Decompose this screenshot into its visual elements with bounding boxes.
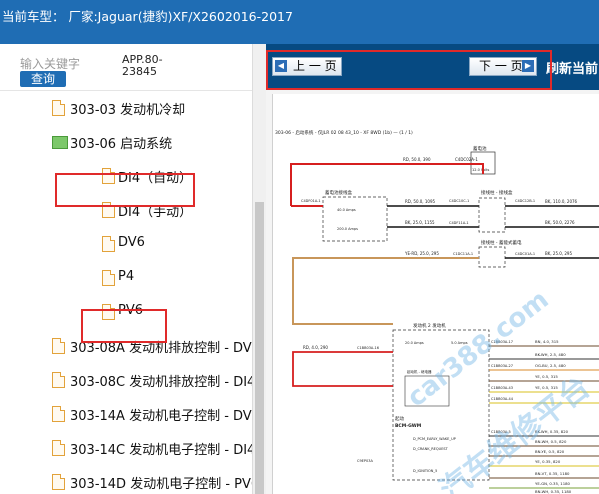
file-icon xyxy=(52,100,65,116)
wire-label-10: OG-BU, 2.5, 480 xyxy=(535,363,566,368)
wire-label-4: BK, 110.0, 2076 xyxy=(545,199,578,204)
engine-module-label: 发动机 2 发动机 xyxy=(413,322,446,329)
highlight-box-p4 xyxy=(81,309,167,343)
wire-label-19: BN-WH, 0.35, 1180 xyxy=(535,489,572,494)
tree-item[interactable]: P4 xyxy=(0,261,252,296)
wire-yellow-red xyxy=(292,257,479,325)
splice-box-1 xyxy=(478,197,506,233)
connector-label-1: C4DC02A-1 xyxy=(455,157,478,162)
search-button[interactable]: 查询 xyxy=(20,71,66,87)
connector-label-7: C1DC11A-1 xyxy=(453,252,473,256)
doc-header: 303-06 - 启动系统 - 仅JLR 02 08 43_10 - XF 8W… xyxy=(275,129,413,136)
highlight-box-folder xyxy=(55,173,195,207)
tree-item-label: 303-03 发动机冷却 xyxy=(70,103,186,118)
splice-2-label: 接线柱 - 蓄能式蓄电 xyxy=(481,239,522,246)
wire-red-module xyxy=(292,351,393,387)
wire-label-5: BK, 50.0, 2276 xyxy=(545,220,575,225)
tree-item[interactable]: 303-14D 发动机电子控制 - PV6 xyxy=(0,465,259,494)
file-icon xyxy=(102,236,115,252)
tree-item-label: 303-08C 发动机排放控制 - DI4_ xyxy=(70,375,262,390)
wiring-diagram: 303-06 - 启动系统 - 仅JLR 02 08 43_10 - XF 8W… xyxy=(272,94,599,494)
wire-label-16: BN-YE, 0.5, 820 xyxy=(535,449,565,454)
file-icon xyxy=(52,440,65,456)
connector-label-6: C4DC01A-1 xyxy=(515,252,535,256)
tree-scrollbar[interactable] xyxy=(252,44,266,494)
tree-item-label: 303-14D 发动机电子控制 - PV6 xyxy=(70,477,260,492)
highlight-box-nav xyxy=(266,50,552,90)
connector-label-8: C1BB03A-16 xyxy=(357,346,379,350)
connector-label-2: C4DF01A-1 xyxy=(301,199,321,203)
left-panel: 查询 APP.80-23845 303-03 发动机冷却 303-06 启动系统… xyxy=(0,44,266,494)
file-icon xyxy=(52,474,65,490)
tree-item[interactable]: DV6 xyxy=(0,227,252,262)
bcm-label: 起动 xyxy=(395,415,404,422)
connector-label-12: C1BB03A-44 xyxy=(491,397,514,401)
connector-label-5: C4DF11A-1 xyxy=(449,221,469,225)
refresh-current-button[interactable]: 刷新当前 xyxy=(546,58,598,77)
viewer-panel: ◀ 上 一 页 下 一 页 ▶ 刷新当前 303-06 - 启动系统 - 仅JL… xyxy=(266,44,599,494)
bcm-name: BCM-GWM xyxy=(395,423,422,429)
wire-label-17: YE, 0.35, 820 xyxy=(535,459,561,464)
tree-item[interactable]: 303-14C 发动机电子控制 - DI4 xyxy=(0,431,256,466)
file-icon xyxy=(52,338,65,354)
search-bar: 查询 APP.80-23845 xyxy=(0,44,266,90)
search-input[interactable] xyxy=(20,56,100,72)
connector-label-4: C4DC12B-1 xyxy=(515,199,535,203)
file-icon xyxy=(52,372,65,388)
tree-item-label: 303-06 启动系统 xyxy=(70,137,173,152)
wire-label-7: BK, 25.0, 295 xyxy=(545,251,572,256)
tree-item-label: 303-14C 发动机电子控制 - DI4 xyxy=(70,443,256,458)
tree-scrollbar-thumb[interactable] xyxy=(255,202,264,494)
fuse-1-label: 40.0 Amps xyxy=(337,208,356,212)
wire-label-20: YE-GN, 0.35, 1180 xyxy=(535,481,571,486)
tree-item-label: DV6 xyxy=(118,235,145,250)
wire-label-11: BN, 4.0, 315 xyxy=(535,339,559,344)
tree-item-label: P4 xyxy=(118,269,135,284)
connector-label-10: C1BB03A-27 xyxy=(491,364,513,368)
wire-label-9: BK-WH, 2.5, 480 xyxy=(535,352,566,357)
battery-label: 蓄电池 xyxy=(473,145,487,152)
wire-label-18: BN-VT, 0.35, 1180 xyxy=(535,471,570,476)
tree-item-label: 303-14A 发动机电子控制 - DV6 xyxy=(70,409,260,424)
title-bar: 当前车型： 厂家:Jaguar(捷豹)XF/X2602016-2017 xyxy=(0,0,599,44)
app-version: APP.80-23845 xyxy=(122,53,163,78)
folder-open-icon xyxy=(52,136,68,149)
wire-label-1: RD, 50.0, 390 xyxy=(403,157,431,162)
wire-label-2: RD, 50.0, 1095 xyxy=(405,199,435,204)
splice-box-2 xyxy=(478,246,506,268)
tree-item[interactable]: 303-14A 发动机电子控制 - DV6 xyxy=(0,397,260,432)
tree-item-folder[interactable]: 303-06 启动系统 xyxy=(0,125,252,160)
vehicle-title: 当前车型： 厂家:Jaguar(捷豹)XF/X2602016-2017 xyxy=(2,9,293,24)
splice-1-label: 接线柱 - 接线盒 xyxy=(481,189,513,196)
connector-label-3: C4DC10C-1 xyxy=(449,199,469,203)
signal-label-1: D_PCM_EARLY_WAKE_UP xyxy=(413,437,456,441)
viewer-toolbar: ◀ 上 一 页 下 一 页 ▶ 刷新当前 xyxy=(266,44,599,90)
connector-label-14: C9EP03A xyxy=(357,459,373,463)
tree-list: 303-03 发动机冷却 303-06 启动系统 DI4（自动） DI4（手动）… xyxy=(0,90,266,494)
wire-label-6: YE-RD, 25.0, 295 xyxy=(404,251,439,256)
file-icon xyxy=(52,406,65,422)
fuse-2-label: 200.0 Amps xyxy=(337,227,358,231)
wire-label-3: BK, 25.0, 1155 xyxy=(405,220,435,225)
battery-voltage: 12.0 Volts xyxy=(472,168,490,172)
junction-label: 蓄电池接线盒 xyxy=(325,189,352,196)
connector-label-11: C1BB03A-43 xyxy=(491,386,513,390)
file-icon xyxy=(102,270,115,286)
tree-item[interactable]: 303-08C 发动机排放控制 - DI4_ xyxy=(0,363,262,398)
fuse-3-label: 20.0 Amps xyxy=(405,341,424,345)
wire-label-8: RD, 4.0, 290 xyxy=(303,345,328,350)
tree-item[interactable]: 303-03 发动机冷却 xyxy=(0,91,252,126)
junction-box xyxy=(322,196,388,242)
signal-label-2: D_CRANK_REQUEST xyxy=(413,447,449,451)
